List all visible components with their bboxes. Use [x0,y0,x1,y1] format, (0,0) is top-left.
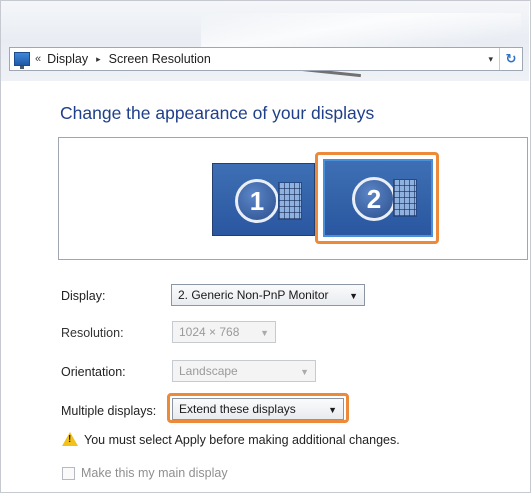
monitor-number-2: 2 [352,177,396,221]
display-select-value: 2. Generic Non-PnP Monitor [178,288,329,302]
display-arrangement-preview: 1 2 [58,137,528,260]
multiple-displays-label: Multiple displays: [61,404,157,418]
chevron-down-icon: ▼ [328,405,337,415]
resolution-label: Resolution: [61,326,124,340]
resolution-select-value: 1024 × 768 [179,325,240,339]
breadcrumb-screen-resolution[interactable]: Screen Resolution [109,52,211,66]
chevron-down-icon: ▼ [260,328,269,338]
breadcrumb-display[interactable]: Display [47,52,88,66]
page-title: Change the appearance of your displays [60,103,375,123]
display-control-panel-icon [14,52,30,69]
display-select[interactable]: 2. Generic Non-PnP Monitor ▼ [171,284,365,306]
refresh-icon[interactable]: ↻ [499,48,522,70]
display-label: Display: [61,289,106,303]
title-chrome: « Display ▸ Screen Resolution ▾ ↻ [1,1,529,81]
address-bar[interactable]: « Display ▸ Screen Resolution ▾ ↻ [9,47,523,71]
resolution-select: 1024 × 768 ▼ [172,321,276,343]
monitor-1[interactable]: 1 [212,163,315,236]
chevron-history-icon[interactable]: « [35,53,41,65]
orientation-label: Orientation: [61,365,126,379]
monitor-grid-icon [278,182,302,220]
address-dropdown-icon[interactable]: ▾ [482,54,499,65]
address-bar-controls: ▾ ↻ [482,48,522,70]
monitor-grid-icon [393,179,417,217]
chevron-down-icon: ▼ [300,367,309,377]
warning-exclamation-icon: ! [68,434,72,445]
chevron-down-icon: ▼ [349,291,358,301]
main-display-checkbox-label: Make this my main display [81,466,228,480]
multiple-displays-select[interactable]: Extend these displays ▼ [172,398,344,420]
orientation-select: Landscape ▼ [172,360,316,382]
monitor-number-1: 1 [235,179,279,223]
monitor-2[interactable]: 2 [323,159,433,237]
multiple-displays-select-value: Extend these displays [179,402,296,416]
breadcrumb-separator-icon[interactable]: ▸ [96,54,101,65]
orientation-select-value: Landscape [179,364,238,378]
main-display-checkbox[interactable] [62,467,75,480]
apply-warning-text: You must select Apply before making addi… [84,433,400,447]
